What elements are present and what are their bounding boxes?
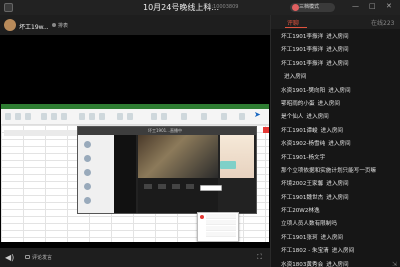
message-item: 坏工1901李振洋 进入房间 <box>271 44 400 57</box>
message-action: 进入房间 <box>326 34 349 40</box>
message-action: 进入房间 <box>317 100 340 107</box>
message-user: 坏工1901-杨文宇 <box>281 154 326 161</box>
spreadsheet-header-row <box>4 130 79 136</box>
app-logo-icon <box>4 3 13 12</box>
message-item: 水资1902-杨雪纯 进入房间 <box>271 138 400 151</box>
title-bar: 10月24号晚线上科... ID:10003809 三档模式 — □ ✕ <box>0 0 400 15</box>
volume-icon[interactable]: ◀) <box>5 253 14 262</box>
inner-window-title: 坏工1901...直播中 <box>148 128 182 133</box>
message-item: 是个仙人 进入房间 <box>271 111 400 124</box>
chat-button-label: 评论发言 <box>32 255 53 261</box>
chat-icon <box>25 255 30 259</box>
teal-button <box>220 161 236 169</box>
message-user: 坏工1901李振洋 <box>281 60 324 67</box>
message-action: 进入房间 <box>326 60 349 67</box>
message-user: 坏工1901张珂 <box>281 234 318 241</box>
message-action: 进入房间 <box>326 194 349 201</box>
message-list: 坏工1901李振洋 进入房间 坏工1901李振洋 进入房间 坏工1901李振洋 进入房间进… <box>271 31 400 267</box>
chat-button[interactable]: 评论发言 <box>25 254 52 261</box>
message-user: 立项人员人数有限制吗 <box>281 221 337 228</box>
close-icon[interactable]: ✕ <box>386 2 392 10</box>
host-name: 坏工19w... <box>19 24 49 31</box>
message-item: 立项人员人数有限制吗 <box>271 218 400 231</box>
message-user: 坏工20W2林逸 <box>281 208 320 215</box>
message-action: 进入房间 <box>328 141 351 148</box>
active-tab-indicator <box>285 27 307 28</box>
host-tag[interactable]: 排表 <box>52 22 68 29</box>
message-user: 鄂昭雨的小蛋 <box>281 100 315 107</box>
message-item: 坏工1901李振洋 进入房间 <box>271 58 400 71</box>
player-controls: ◀) 评论发言 ⛶ <box>0 248 270 267</box>
side-preview <box>220 135 254 178</box>
maximize-icon[interactable]: □ <box>369 2 376 10</box>
camera-preview <box>138 135 218 178</box>
side-panel: 评聊 在线223 坏工1901李振洋 进入房间 坏工1901李振洋 进入房间 坏工190… <box>270 15 400 267</box>
message-item: 坏工1901-杨文宇 <box>271 152 400 165</box>
inner-dark-panel <box>114 135 136 213</box>
expand-icon[interactable]: ⇲ <box>392 261 397 267</box>
message-item: 水资1901-樊向阳 进入房间 <box>271 85 400 98</box>
message-item: 水资1803黄秀会 进入房间 <box>271 259 400 267</box>
user-avatar-icon <box>292 4 299 11</box>
message-action: 进入房间 <box>331 248 355 255</box>
message-user: 坏工1901魏世杰 <box>281 194 324 201</box>
tag-icon <box>52 23 56 27</box>
message-item: 那个立项依据和实施计划只能写一页嘛 <box>271 165 400 178</box>
live-classroom-window: 10月24号晚线上科... ID:10003809 三档模式 — □ ✕ 坏工1… <box>0 0 400 267</box>
tab-chat[interactable]: 评聊 <box>287 18 299 27</box>
message-action: 进入房间 <box>328 87 351 94</box>
side-tabs: 评聊 在线223 <box>271 15 400 29</box>
message-item: 坏工1802 - 朱宝清 进入房间 <box>271 245 400 258</box>
message-item: 坏工1901李振洋 进入房间 <box>271 31 400 44</box>
message-item: 坏工20W2林逸 <box>271 205 400 218</box>
message-user: 坏境2002王家馨 <box>281 181 324 188</box>
message-user: 是个仙人 <box>281 114 304 121</box>
context-menu <box>197 212 239 242</box>
message-user: 水资1901-樊向阳 <box>281 87 326 94</box>
message-item: 坏工1901魏世杰 进入房间 <box>271 192 400 205</box>
message-user: 坏工1901李振洋 <box>281 47 324 54</box>
message-user: 坏工1802 - 朱宝清 <box>281 248 329 255</box>
message-user: 坏工1901李振洋 <box>281 34 324 40</box>
arrow-icon: ➤ <box>254 110 261 119</box>
video-stream[interactable]: ➤ 坏工1901...直播中 <box>0 35 270 248</box>
spreadsheet-toolbar <box>1 109 269 125</box>
inner-titlebar: 坏工1901...直播中 <box>78 127 256 135</box>
fullscreen-icon[interactable]: ⛶ <box>257 253 262 262</box>
message-user: 坏工1901谭峻 <box>281 127 318 134</box>
tab-online[interactable]: 在线223 <box>371 18 394 27</box>
message-action: 进入房间 <box>306 114 329 121</box>
message-item: 坏境2002王家馨 进入房间 <box>271 178 400 191</box>
message-action: 进入房间 <box>320 234 344 241</box>
tooltip-bubble <box>200 185 222 191</box>
minimize-icon[interactable]: — <box>352 2 359 10</box>
host-avatar[interactable] <box>4 19 16 31</box>
message-item: 坏工1901张珂 进入房间 <box>271 232 400 245</box>
room-id: ID:10003809 <box>206 4 239 10</box>
message-item: 坏工1901谭峻 进入房间 <box>271 125 400 138</box>
message-item: 鄂昭雨的小蛋 进入房间 <box>271 98 400 111</box>
mode-label: 三档模式 <box>299 4 320 10</box>
host-info: 坏工19w... 排表 <box>0 15 270 35</box>
message-action: 进入房间 <box>326 47 349 54</box>
red-marker-icon <box>263 127 269 133</box>
message-action: 进入房间 <box>326 261 349 267</box>
inner-controls <box>138 178 218 213</box>
message-item: 进入房间 <box>271 71 400 84</box>
message-action: 进入房间 <box>326 181 349 188</box>
message-action: 进入房间 <box>284 74 307 81</box>
inner-app-window: 坏工1901...直播中 <box>77 126 257 214</box>
message-user: 那个立项依据和实施计划只能写一页嘛 <box>281 167 377 174</box>
inner-user-list <box>78 135 114 213</box>
mode-button[interactable]: 三档模式 <box>290 3 335 12</box>
message-user: 水资1902-杨雪纯 <box>281 141 326 148</box>
host-tag-label: 排表 <box>58 23 69 29</box>
message-user: 水资1803黄秀会 <box>281 261 324 267</box>
message-action: 进入房间 <box>320 127 344 134</box>
